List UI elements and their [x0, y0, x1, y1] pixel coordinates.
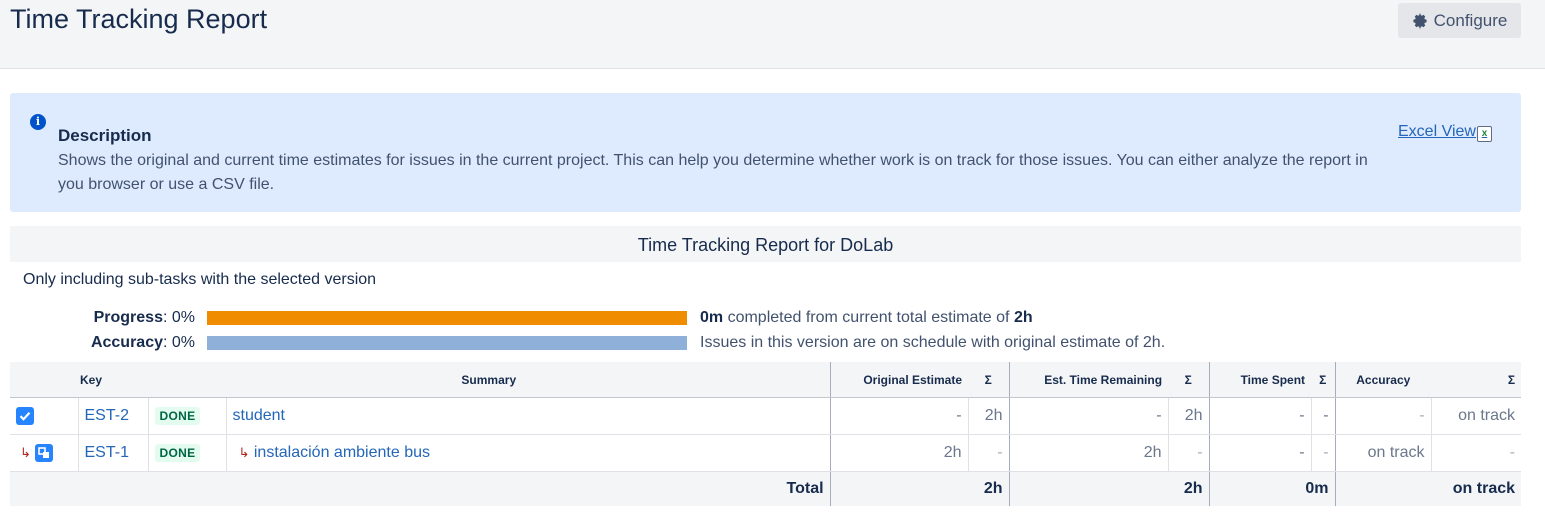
- progress-label: Progress: 0%: [93, 309, 195, 326]
- issue-key-link[interactable]: EST-2: [85, 407, 129, 424]
- accuracy-text: Issues in this version are on schedule w…: [700, 334, 1166, 351]
- total-original-estimate: 2h: [830, 471, 1010, 506]
- total-label: Total: [10, 471, 831, 506]
- total-accuracy: on track: [1335, 471, 1522, 506]
- accuracy-bar: [207, 336, 687, 350]
- summary-cell[interactable]: ↳ instalación ambiente bus: [225, 434, 831, 472]
- subtask-arrow-icon: ↳: [20, 444, 31, 460]
- accuracy-sum-cell: on track: [1431, 397, 1522, 435]
- est-remaining-sum-cell: -: [1168, 434, 1210, 472]
- accuracy-cell: -: [1335, 397, 1432, 435]
- gear-icon: [1413, 13, 1427, 28]
- table-header-row: Key Summary Original Estimate Σ Est. Tim…: [10, 362, 1522, 398]
- summary-link[interactable]: student: [233, 407, 285, 424]
- table-total-row: Total 2h 2h 0m on track: [10, 471, 1522, 506]
- configure-button[interactable]: Configure: [1398, 3, 1521, 38]
- accuracy-sum-cell: -: [1431, 434, 1522, 472]
- original-estimate-sum-cell: -: [968, 434, 1010, 472]
- progress-text: 0m completed from current total estimate…: [700, 309, 1033, 326]
- issue-key-cell[interactable]: EST-2: [78, 397, 149, 435]
- col-time-spent[interactable]: Time Spent: [1209, 362, 1312, 398]
- configure-label: Configure: [1433, 10, 1508, 30]
- summary-link[interactable]: instalación ambiente bus: [254, 444, 430, 461]
- status-cell: DONE: [148, 434, 227, 472]
- table-row: EST-2 DONE student - 2h - 2h - - - on tr…: [10, 397, 1522, 435]
- time-spent-sum-cell: -: [1311, 397, 1336, 435]
- description-panel: i Description Shows the original and cur…: [10, 93, 1521, 212]
- issue-key-cell[interactable]: EST-1: [78, 434, 149, 472]
- report-heading: Time Tracking Report for DoLab: [10, 226, 1521, 262]
- subtask-icon: [35, 443, 54, 462]
- sigma-original-estimate: Σ: [968, 362, 1010, 398]
- total-est-remaining: 2h: [1009, 471, 1210, 506]
- row-type-cell: [10, 397, 79, 435]
- col-accuracy[interactable]: Accuracy: [1335, 362, 1432, 398]
- accuracy-cell: on track: [1335, 434, 1432, 472]
- description-text: Shows the original and current time esti…: [58, 152, 1368, 193]
- original-estimate-sum-cell: 2h: [968, 397, 1010, 435]
- est-remaining-cell: 2h: [1009, 434, 1169, 472]
- page-header: Time Tracking Report Configure: [0, 0, 1545, 69]
- time-spent-sum-cell: -: [1311, 434, 1336, 472]
- time-spent-cell: -: [1209, 397, 1312, 435]
- row-type-cell: ↳: [10, 434, 79, 472]
- original-estimate-cell: 2h: [830, 434, 969, 472]
- excel-icon: x: [1476, 126, 1492, 142]
- est-remaining-sum-cell: 2h: [1168, 397, 1210, 435]
- col-original-estimate[interactable]: Original Estimate: [830, 362, 969, 398]
- time-tracking-table: Key Summary Original Estimate Σ Est. Tim…: [10, 362, 1522, 506]
- time-spent-cell: -: [1209, 434, 1312, 472]
- subtask-arrow-icon: ↳: [238, 444, 250, 460]
- sigma-est-remaining: Σ: [1168, 362, 1210, 398]
- status-badge: DONE: [154, 407, 201, 425]
- summary-cell[interactable]: student: [225, 397, 831, 435]
- sigma-time-spent: Σ: [1311, 362, 1336, 398]
- report-subtitle: Only including sub-tasks with the select…: [23, 271, 377, 288]
- est-remaining-cell: -: [1009, 397, 1169, 435]
- accuracy-label: Accuracy: 0%: [90, 334, 195, 351]
- info-icon: i: [30, 114, 46, 130]
- status-badge: DONE: [154, 444, 201, 462]
- table-row: ↳ EST-1 DONE ↳ instalación ambiente bus …: [10, 434, 1522, 472]
- page-title: Time Tracking Report: [10, 4, 268, 34]
- description-title: Description: [58, 126, 152, 145]
- col-summary[interactable]: Summary: [148, 362, 831, 398]
- progress-bar: [207, 311, 687, 325]
- checkbox-icon: [16, 406, 34, 425]
- excel-view-link[interactable]: Excel View x: [1398, 123, 1492, 142]
- col-est-time-remaining[interactable]: Est. Time Remaining: [1009, 362, 1169, 398]
- original-estimate-cell: -: [830, 397, 969, 435]
- excel-view-label: Excel View: [1398, 123, 1476, 140]
- total-time-spent: 0m: [1209, 471, 1336, 506]
- status-cell: DONE: [148, 397, 227, 435]
- sigma-accuracy: Σ: [1431, 362, 1522, 398]
- issue-key-link[interactable]: EST-1: [85, 444, 129, 461]
- col-key[interactable]: Key: [10, 362, 149, 398]
